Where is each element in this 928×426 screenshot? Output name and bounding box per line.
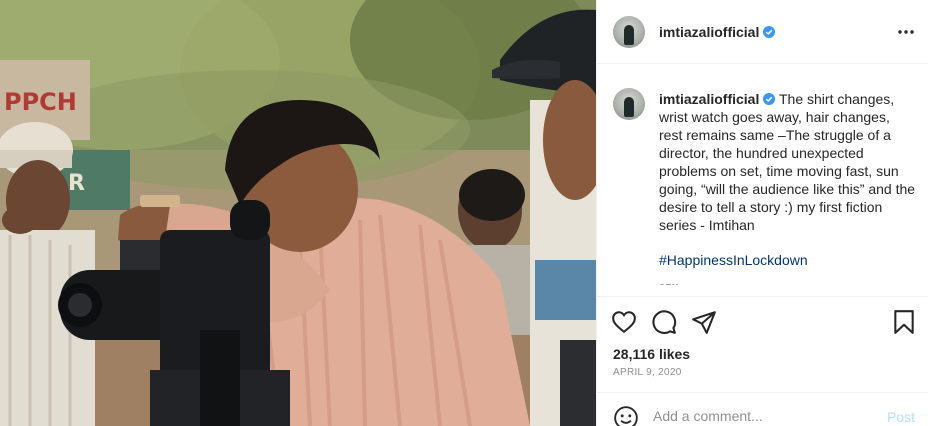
likes-count[interactable]: 28,116 likes — [613, 346, 690, 362]
heart-icon[interactable] — [611, 309, 637, 335]
post-header: imtiazaliofficial — [597, 0, 928, 64]
comment-input[interactable] — [653, 405, 873, 426]
add-comment-bar: Post — [597, 392, 928, 426]
verified-badge-icon — [763, 93, 776, 105]
caption-body: imtiazaliofficial The shirt changes, wri… — [659, 90, 917, 234]
avatar[interactable] — [613, 15, 645, 48]
post-date[interactable]: APRIL 9, 2020 — [613, 367, 682, 378]
caption-username[interactable]: imtiazaliofficial — [659, 91, 759, 107]
username[interactable]: imtiazaliofficial — [659, 24, 759, 40]
action-bar — [597, 296, 928, 342]
caption-text: The shirt changes, wrist watch goes away… — [659, 91, 916, 233]
comment-bubble-icon[interactable] — [651, 309, 677, 335]
verified-badge-icon — [763, 25, 776, 38]
post-photo[interactable]: PPCH R — [0, 0, 596, 426]
hashtag-link[interactable]: #HappinessInLockdown — [659, 252, 808, 268]
caption-time: 61w — [659, 284, 699, 288]
paper-plane-icon[interactable] — [691, 309, 717, 335]
instagram-post-view: PPCH R imtiazaliofficial imtiazalioffici… — [0, 0, 928, 426]
post-comment-button[interactable]: Post — [887, 409, 915, 425]
bookmark-icon[interactable] — [891, 309, 917, 335]
more-horizontal-icon[interactable] — [897, 22, 915, 42]
sign-left-text: PPCH — [4, 88, 77, 116]
caption-avatar[interactable] — [613, 88, 645, 120]
sign-mid-text: R — [68, 171, 85, 196]
post-side-panel: imtiazaliofficial imtiazaliofficial The … — [596, 0, 928, 426]
smiley-icon[interactable] — [613, 405, 639, 426]
photo-illustration: PPCH R — [0, 0, 596, 426]
